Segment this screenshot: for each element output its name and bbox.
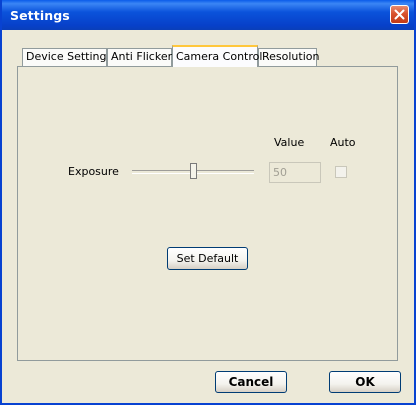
window-title: Settings [10, 8, 70, 23]
tab-label: Camera Control [176, 50, 263, 63]
value-column-header: Value [274, 136, 305, 149]
exposure-value-field[interactable]: 50 [269, 162, 321, 183]
tab-label: Anti Flicker [111, 50, 173, 63]
exposure-auto-checkbox[interactable] [335, 166, 347, 178]
tab-anti-flicker[interactable]: Anti Flicker [107, 48, 172, 66]
camera-control-panel [17, 66, 398, 361]
close-button[interactable] [390, 5, 409, 24]
set-default-button[interactable]: Set Default [167, 247, 248, 270]
title-bar[interactable]: Settings [2, 0, 414, 30]
tab-camera-control[interactable]: Camera Control [172, 45, 262, 67]
ok-button[interactable]: OK [329, 371, 401, 393]
cancel-button[interactable]: Cancel [215, 371, 287, 393]
tab-device-settings[interactable]: Device Settings [22, 48, 112, 66]
tab-resolution[interactable]: Resolution [258, 48, 320, 66]
exposure-label: Exposure [68, 165, 119, 178]
auto-column-header: Auto [330, 136, 356, 149]
close-icon [394, 9, 405, 20]
tab-label: Resolution [262, 50, 320, 63]
tab-label: Device Settings [26, 50, 113, 63]
exposure-slider-thumb[interactable] [190, 163, 197, 179]
settings-window: Settings Device Settings Anti Flicker Ca… [0, 0, 416, 405]
